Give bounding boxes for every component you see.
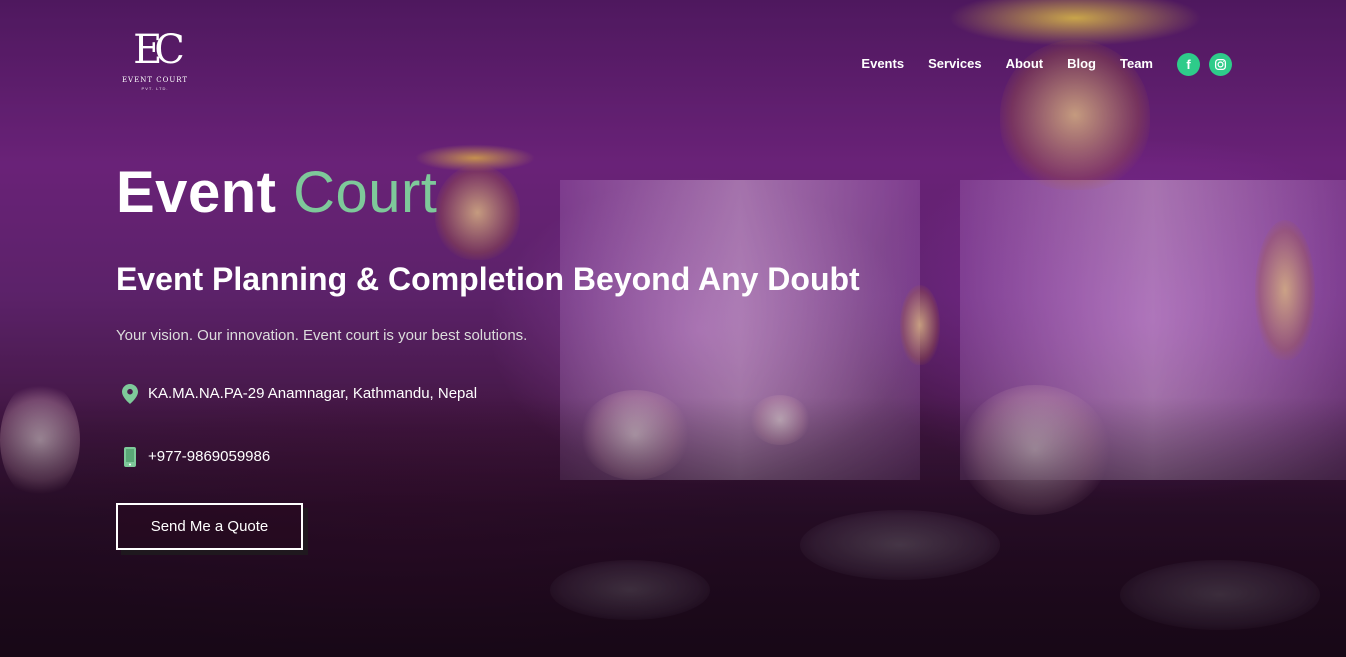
hero-subtitle: Event Planning & Completion Beyond Any D… [116,261,860,297]
hero-title-main: Event [116,160,294,225]
contact-phone: +977-9869059986 [122,447,270,467]
phone-text: +977-9869059986 [148,448,271,465]
mobile-phone-icon [122,447,138,467]
facebook-icon[interactable]: f [1177,52,1200,76]
logo-mark: EC [133,27,185,73]
nav-events[interactable]: Events [861,52,904,76]
main-nav: Events Services About Blog Team f [861,52,1232,76]
nav-team[interactable]: Team [1120,52,1153,76]
nav-services[interactable]: Services [928,52,982,76]
site-logo[interactable]: EC EVENT COURT PVT. LTD. [116,30,194,96]
hero-title: Event Court [116,158,437,228]
instagram-icon[interactable] [1209,52,1232,76]
logo-name: EVENT COURT [121,76,189,84]
nav-blog[interactable]: Blog [1067,52,1096,76]
send-quote-button[interactable]: Send Me a Quote [116,503,303,550]
hero-tagline: Your vision. Our innovation. Event court… [116,327,528,344]
contact-address: KA.MA.NA.PA-29 Anamnagar, Kathmandu, Nep… [122,384,477,404]
address-text: KA.MA.NA.PA-29 Anamnagar, Kathmandu, Nep… [148,385,478,402]
social-links: f [1177,52,1232,76]
location-pin-icon [122,384,138,404]
logo-subtitle: PVT. LTD. [141,86,169,91]
hero-title-accent: Court [293,160,438,225]
nav-about[interactable]: About [1006,52,1044,76]
